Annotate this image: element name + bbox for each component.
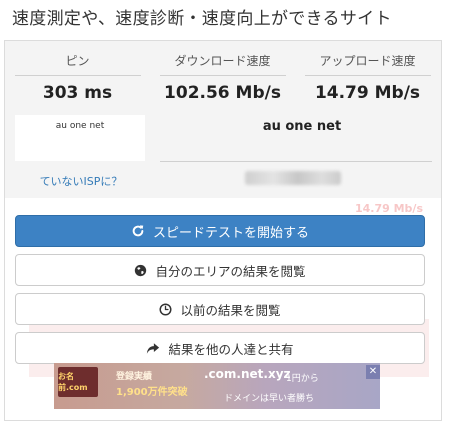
ping-value: 303 ms — [42, 83, 113, 103]
isp-name: au one net — [262, 119, 342, 134]
download-value: 102.56 Mb/s — [164, 83, 281, 103]
download-label: ダウンロード速度 — [174, 54, 271, 68]
start-test-label: スピードテストを開始する — [152, 225, 309, 241]
isp-logo: au one net — [15, 115, 145, 161]
area-results-label: 自分のエリアの結果を閲覧 — [155, 263, 306, 279]
ping-label: ピン — [65, 54, 90, 68]
area-results-button[interactable]: 自分のエリアの結果を閲覧 — [15, 254, 425, 286]
ip-address-redacted — [245, 171, 341, 185]
past-results-label: 以前の結果を閲覧 — [180, 302, 281, 318]
share-arrow-icon — [146, 342, 160, 355]
page-headline: 速度測定や、速度診断・速度向上ができるサイト — [12, 9, 392, 29]
share-results-button[interactable]: 結果を他の人達と共有 — [15, 332, 425, 364]
faded-upload-value: 14.79 Mb/s — [354, 202, 423, 215]
ad-text: 登録実績 — [116, 372, 153, 382]
start-test-button[interactable]: スピードテストを開始する — [15, 215, 425, 247]
ad-text: ドメインは早い者勝ち — [224, 394, 315, 404]
ad-logo: お名前.com — [58, 367, 98, 397]
share-results-label: 結果を他の人達と共有 — [168, 341, 294, 357]
ad-text: .com.net.xyz — [204, 367, 291, 381]
upload-label: アップロード速度 — [319, 54, 416, 68]
clock-icon — [159, 302, 172, 316]
upload-value: 14.79 Mb/s — [314, 83, 421, 103]
past-results-button[interactable]: 以前の結果を閲覧 — [15, 293, 425, 325]
advertisement-banner[interactable]: お名前.com 登録実績 1,900万件突破 .com.net.xyz 1円から… — [54, 363, 380, 409]
divider — [305, 75, 431, 76]
divider — [160, 161, 432, 162]
ad-close-icon[interactable]: ✕ — [366, 365, 380, 379]
results-area: ピン 303 ms ダウンロード速度 102.56 Mb/s アップロード速度 … — [5, 41, 441, 198]
divider — [15, 75, 141, 76]
isp-logo-text: au one net — [55, 121, 105, 131]
refresh-icon — [131, 224, 145, 238]
ad-text: 1円から — [286, 374, 319, 384]
divider — [160, 75, 286, 76]
globe-icon — [134, 264, 147, 277]
ad-text: 1,900万件突破 — [116, 387, 188, 398]
wrong-isp-link[interactable]: ていないISPに？ — [5, 173, 157, 189]
